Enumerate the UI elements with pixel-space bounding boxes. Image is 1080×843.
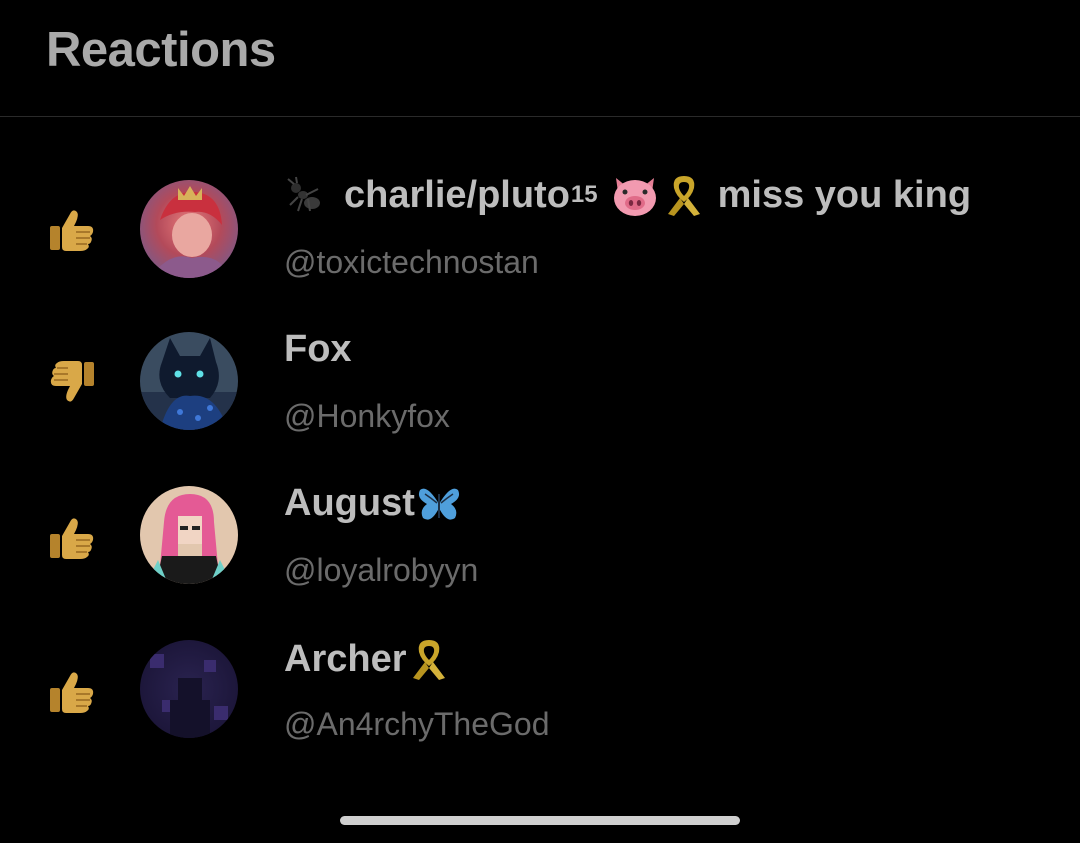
avatar[interactable] — [140, 640, 238, 738]
avatar[interactable] — [140, 332, 238, 430]
header: Reactions — [0, 0, 1080, 117]
page-title: Reactions — [46, 23, 276, 77]
reactions-screen: Reactions charlie/pluto 15 miss you king… — [0, 0, 1080, 843]
avatar[interactable] — [140, 486, 238, 584]
display-name: charlie/pluto 15 miss you king — [284, 172, 971, 218]
yellow-ribbon-icon — [667, 176, 700, 216]
ant-icon — [287, 176, 320, 212]
display-name-suffix: miss you king — [717, 173, 972, 216]
display-name-text: August — [284, 482, 415, 524]
pig-face-icon — [613, 178, 656, 216]
user-handle: @Honkyfox — [284, 398, 450, 434]
user-handle: @An4rchyTheGod — [284, 706, 550, 742]
user-handle: @loyalrobyyn — [284, 552, 479, 588]
home-indicator[interactable] — [340, 816, 740, 825]
thumbs-up-icon — [50, 210, 94, 251]
thumbs-up-icon — [50, 672, 94, 713]
display-name-text: charlie/pluto — [344, 173, 570, 216]
list-item[interactable]: charlie/pluto 15 miss you king @toxictech… — [0, 152, 1080, 306]
list-item[interactable]: Archer @An4rchyTheGod — [0, 614, 1080, 768]
display-name: Archer — [284, 636, 451, 682]
user-handle: @toxictechnostan — [284, 244, 539, 280]
avatar[interactable] — [140, 180, 238, 278]
display-name-superscript: 15 — [570, 181, 598, 208]
butterfly-icon — [418, 488, 459, 520]
yellow-ribbon-icon — [412, 640, 445, 680]
list-item[interactable]: August @loyalrobyyn — [0, 460, 1080, 614]
display-name-text: Archer — [284, 637, 407, 680]
thumbs-up-icon — [50, 518, 94, 559]
display-name: Fox — [284, 328, 352, 370]
display-name: August — [284, 482, 461, 525]
thumbs-down-icon — [50, 361, 94, 402]
list-item[interactable]: Fox @Honkyfox — [0, 306, 1080, 460]
